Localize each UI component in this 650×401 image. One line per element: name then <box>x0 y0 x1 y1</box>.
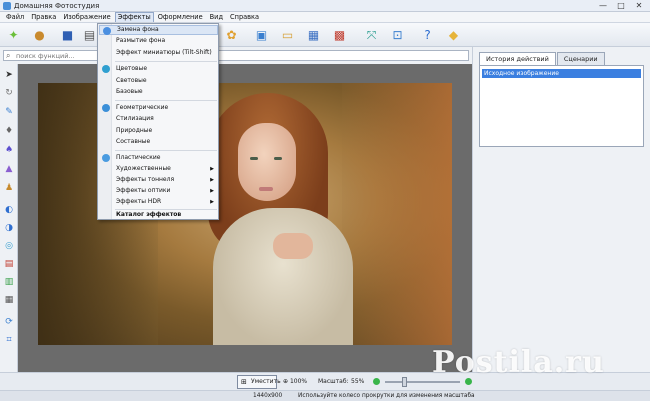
contrast-tool-icon[interactable]: ◐ <box>3 204 15 216</box>
tab-scenarios[interactable]: Сценарии <box>556 52 605 65</box>
submenu-arrow-icon: ▶ <box>210 188 214 194</box>
submenu-arrow-icon: ▶ <box>210 166 214 172</box>
plastic-effects-icon <box>102 154 110 162</box>
pointer-tool-icon[interactable]: ➤ <box>3 69 15 81</box>
menu-effects[interactable]: Эффекты <box>114 12 154 22</box>
menu-item-catalog[interactable]: Каталог эффектов <box>99 210 218 220</box>
minimize-button[interactable]: — <box>598 1 608 10</box>
menu-item-tilt-shift[interactable]: Эффект миниатюры (Tilt-Shift) <box>99 48 218 58</box>
zoom-value: 55% <box>351 378 365 385</box>
calendar-icon[interactable]: ▦ <box>304 25 323 44</box>
zoom-100-button[interactable]: ⊕ 100% <box>283 377 307 387</box>
left-toolbar: ➤ ↻ ✎ ♦ ♠ ▲ ♟ ◐ ◑ ◎ ▤ ▥ ▦ ⟳ ⌗ <box>0 64 18 372</box>
box-icon[interactable]: ◆ <box>444 25 463 44</box>
picture-frame-icon[interactable]: ▭ <box>278 25 297 44</box>
zoom-label: Масштаб: <box>318 378 349 385</box>
triangle-tool-icon[interactable]: ▲ <box>3 163 15 175</box>
drop-tool-icon[interactable]: ♠ <box>3 144 15 156</box>
menu-item-composite[interactable]: Составные <box>99 137 218 147</box>
zoom-slider-thumb[interactable] <box>401 377 407 387</box>
tab-history[interactable]: История действий <box>479 52 556 65</box>
menu-item-geometric[interactable]: Геометрические <box>99 103 218 113</box>
menu-item-background-blur[interactable]: Размытие фона <box>99 36 218 46</box>
submenu-arrow-icon: ▶ <box>210 177 214 183</box>
refresh-tool-icon[interactable]: ⟳ <box>3 316 15 328</box>
menu-decoration[interactable]: Оформление <box>155 12 206 22</box>
menu-item-stylization[interactable]: Стилизация <box>99 114 218 124</box>
zoom-icon: ⊕ <box>283 378 289 385</box>
title-bar: Домашняя Фотостудия — □ ✕ <box>0 0 650 12</box>
frames-icon[interactable]: ▣ <box>252 25 271 44</box>
app-icon <box>3 2 11 10</box>
menu-edit[interactable]: Правка <box>28 12 59 22</box>
close-button[interactable]: ✕ <box>634 1 644 10</box>
effects-menu: Замена фона Размытие фона Эффект миниатю… <box>97 23 219 220</box>
crop-tool-icon[interactable]: ⌗ <box>3 334 15 346</box>
save-icon[interactable]: ■ <box>58 25 77 44</box>
menu-image[interactable]: Изображение <box>60 12 113 22</box>
watermark-logo: Postila.ru <box>432 345 605 380</box>
zoom-slider[interactable] <box>385 381 460 383</box>
menu-item-color[interactable]: Цветовые <box>99 64 218 74</box>
menu-item-tunnel[interactable]: Эффекты тоннеля ▶ <box>99 175 218 185</box>
search-box: ⌕ <box>3 50 469 61</box>
history-list: Исходное изображение <box>479 65 644 147</box>
person-tool-icon[interactable]: ♟ <box>3 182 15 194</box>
search-input[interactable] <box>16 51 456 60</box>
search-row: ⌕ <box>0 47 472 64</box>
grid-tool-icon[interactable]: ▦ <box>3 294 15 306</box>
menu-item-hdr[interactable]: Эффекты HDR ▶ <box>99 197 218 207</box>
color-effects-icon <box>102 65 110 73</box>
brush-tool-icon[interactable]: ✎ <box>3 106 15 118</box>
image-dimensions: 1440x900 <box>253 393 283 399</box>
window-title: Домашняя Фотостудия <box>14 2 100 10</box>
palette-icon[interactable]: ✿ <box>222 25 241 44</box>
collage-icon[interactable]: ▩ <box>330 25 349 44</box>
menu-help[interactable]: Справка <box>227 12 262 22</box>
search-icon: ⌕ <box>6 51 11 60</box>
right-panel: История действий Сценарии Исходное изобр… <box>472 47 650 372</box>
zoom-out-icon[interactable] <box>373 378 380 385</box>
menu-item-basic[interactable]: Базовые <box>99 87 218 97</box>
menu-item-background-replace[interactable]: Замена фона <box>99 25 218 35</box>
maximize-button[interactable]: □ <box>616 1 626 10</box>
open-folder-icon[interactable]: ✦ <box>4 25 23 44</box>
color-tool-icon[interactable]: ▤ <box>3 258 15 270</box>
help-icon[interactable]: ? <box>418 25 437 44</box>
menu-bar: Файл Правка Изображение Эффекты Оформлен… <box>0 12 650 23</box>
levels-tool-icon[interactable]: ▥ <box>3 276 15 288</box>
status-hint: Используйте колесо прокрутки для изменен… <box>298 393 475 399</box>
eye-tool-icon[interactable]: ◎ <box>3 240 15 252</box>
menu-item-natural[interactable]: Природные <box>99 126 218 136</box>
menu-view[interactable]: Вид <box>207 12 226 22</box>
fullscreen-icon[interactable]: ⤧ <box>362 25 381 44</box>
actual-size-icon[interactable]: ⊡ <box>388 25 407 44</box>
stamp-tool-icon[interactable]: ♦ <box>3 125 15 137</box>
cookie-icon[interactable]: ● <box>30 25 49 44</box>
geometric-effects-icon <box>102 104 110 112</box>
fit-button[interactable]: ⊞ Уместить <box>237 375 281 389</box>
menu-file[interactable]: Файл <box>3 12 27 22</box>
exposure-tool-icon[interactable]: ◑ <box>3 222 15 234</box>
fit-icon: ⊞ <box>241 378 247 386</box>
menu-item-light[interactable]: Световые <box>99 76 218 86</box>
history-item[interactable]: Исходное изображение <box>482 69 641 78</box>
status-bar: 1440x900 Используйте колесо прокрутки дл… <box>0 390 650 401</box>
menu-item-artistic[interactable]: Художественные ▶ <box>99 164 218 174</box>
submenu-arrow-icon: ▶ <box>210 199 214 205</box>
menu-item-optics[interactable]: Эффекты оптики ▶ <box>99 186 218 196</box>
rotate-tool-icon[interactable]: ↻ <box>3 87 15 99</box>
menu-item-plastic[interactable]: Пластические <box>99 153 218 163</box>
